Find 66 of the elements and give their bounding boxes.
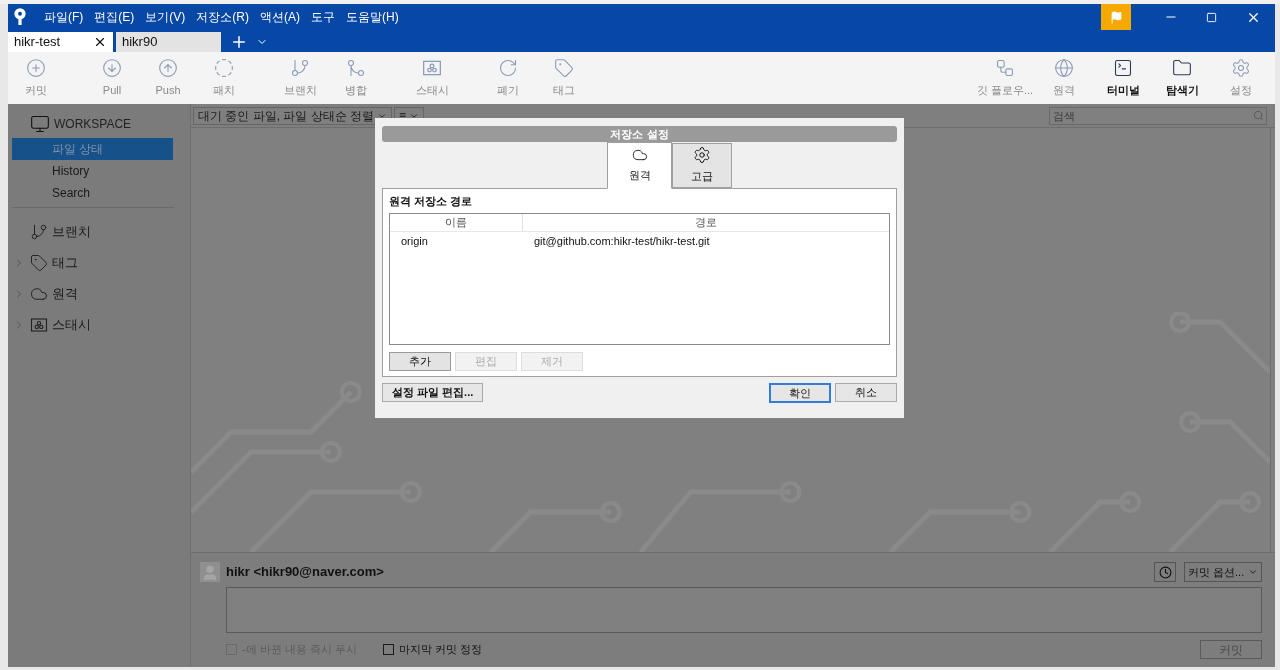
maximize-icon (1205, 11, 1217, 23)
history-button[interactable] (1154, 562, 1176, 582)
up-arrow-circle-icon (158, 57, 178, 78)
column-header[interactable]: 경로 (523, 213, 889, 231)
tag-icon (554, 57, 574, 78)
stash-icon (30, 315, 48, 334)
cancel-button[interactable]: 취소 (835, 383, 897, 402)
down-arrow-circle-icon (102, 57, 122, 78)
commit-message-field[interactable] (226, 587, 1262, 633)
flag-icon (1109, 10, 1123, 24)
checkbox-label: 마지막 커밋 정정 (398, 641, 482, 657)
toolbar-button[interactable]: 터미널 (1095, 53, 1151, 103)
sidebar-section[interactable]: 브랜치 (52, 221, 91, 242)
repo-tab[interactable]: hikr-test (8, 32, 113, 52)
repo-tab[interactable]: hikr90 (116, 32, 221, 52)
menu-item[interactable]: 액션(A) (260, 8, 300, 26)
table-cell-text: git@github.com:hikr-test/hikr-test.git (533, 234, 711, 250)
settings-tab[interactable]: 고급 (672, 143, 732, 188)
settings-icon (693, 146, 711, 165)
search-field[interactable]: 검색 (1049, 106, 1267, 125)
toolbar-button[interactable]: 탐색기 (1154, 53, 1210, 103)
menu-item[interactable]: 편집(E) (94, 8, 135, 26)
sidebar-section[interactable]: 스태시 (52, 314, 91, 335)
file-filter-dropdown[interactable]: 대기 중인 파일, 파일 상태순 정렬 (193, 106, 392, 125)
ok-button[interactable]: 확인 (769, 382, 831, 403)
tag-icon (30, 253, 48, 272)
search-icon (1253, 109, 1264, 121)
sidebar-section[interactable]: 태그 (52, 252, 78, 273)
section-title: 원격 저장소 경로 (389, 194, 474, 209)
branch-icon (30, 222, 48, 241)
flow-icon (995, 57, 1015, 78)
column-header[interactable]: 이름 (390, 213, 523, 231)
terminal-icon (1113, 57, 1133, 78)
rotate-icon (498, 57, 518, 78)
settings-icon (1231, 57, 1251, 78)
author-label: hikr <hikr90@naver.com> (226, 563, 384, 582)
app-logo-icon (12, 7, 28, 27)
globe-icon (1054, 57, 1074, 78)
dialog-title: 저장소 설정 (382, 126, 897, 142)
menu-item[interactable]: 도구 (311, 8, 335, 26)
settings-tab[interactable]: 원격 (607, 142, 672, 189)
flag-button[interactable] (1101, 4, 1131, 30)
menu-item[interactable]: 저장소(R) (196, 8, 249, 26)
add-tab-icon[interactable] (230, 33, 248, 51)
commit-options-dropdown[interactable]: 커밋 옵션... (1184, 562, 1262, 582)
sidebar-item[interactable]: History (12, 160, 173, 182)
sidebar-item[interactable]: 파일 상태 (12, 138, 173, 160)
workspace-heading: WORKSPACE (54, 116, 132, 133)
folder-icon (1172, 57, 1192, 78)
monitor-icon (30, 114, 50, 134)
menu-item[interactable]: 보기(V) (145, 8, 186, 26)
table-cell-text: origin (400, 234, 429, 250)
sidebar-item[interactable]: Search (12, 182, 173, 204)
caret-icon (1248, 567, 1258, 577)
branch-icon (290, 57, 310, 78)
merge-icon (346, 57, 366, 78)
list-button[interactable]: 추가 (389, 351, 451, 371)
avatar (200, 562, 220, 582)
checkbox[interactable] (382, 643, 394, 655)
close-icon[interactable] (93, 35, 107, 49)
menu-item[interactable]: 도움말(H) (346, 8, 399, 26)
edit-config-button[interactable]: 설정 파일 편집... (382, 383, 484, 402)
menu-item[interactable]: 파일(F) (44, 8, 84, 26)
plus-circle-icon (26, 57, 46, 78)
sidebar-section[interactable]: 원격 (52, 283, 78, 304)
dashed-circle-icon (214, 57, 234, 78)
